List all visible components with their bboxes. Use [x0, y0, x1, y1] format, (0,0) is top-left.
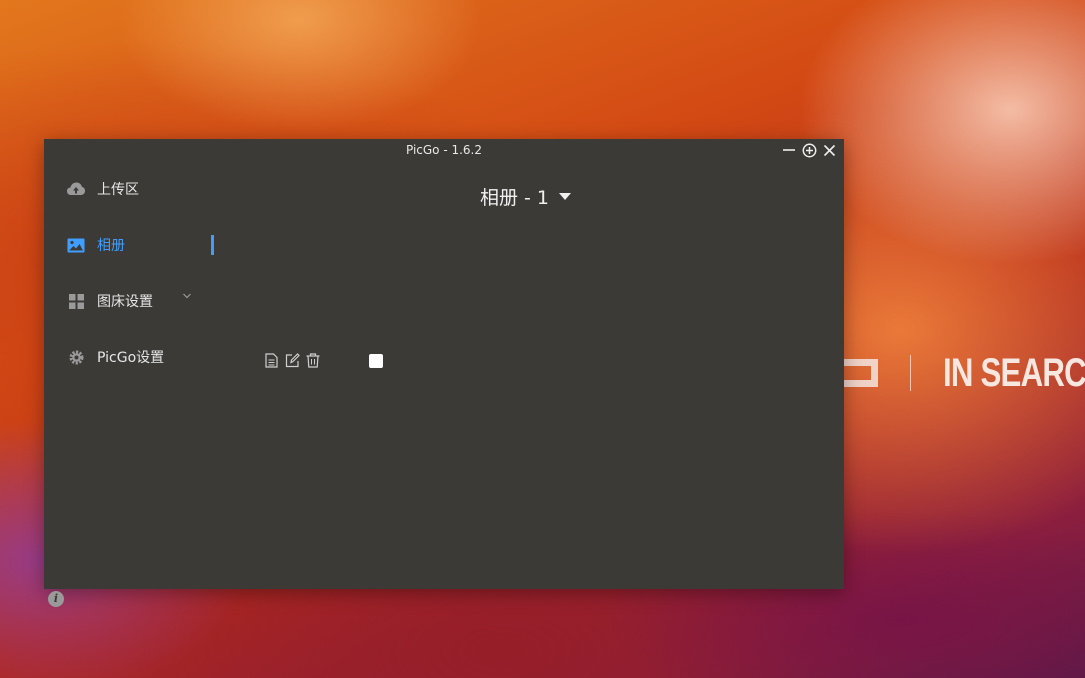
chevron-down-icon[interactable] [182, 291, 192, 301]
gallery-item-checkbox[interactable] [369, 354, 383, 368]
image-icon [66, 235, 86, 255]
circle-plus-icon [802, 143, 816, 157]
sidebar-item-pic-bed-settings[interactable]: 图床设置 [44, 281, 214, 321]
cloud-upload-icon [66, 179, 86, 199]
close-button[interactable] [820, 141, 838, 159]
gallery-main: 相册 - 1 [214, 161, 844, 589]
edit-icon[interactable] [284, 352, 300, 368]
sidebar-item-upload[interactable]: 上传区 [44, 169, 214, 209]
album-title: 相册 - 1 [480, 187, 550, 209]
album-title-dropdown[interactable]: 相册 - 1 [480, 183, 572, 210]
sidebar-item-label: 图床设置 [97, 294, 153, 310]
titlebar[interactable]: PicGo - 1.6.2 [44, 139, 844, 161]
wallpaper-brand: IN SEARCH [840, 348, 1085, 398]
sidebar-item-label: 相册 [97, 238, 125, 254]
trash-icon[interactable] [305, 352, 321, 368]
gear-icon [66, 347, 86, 367]
gallery-item-actions [263, 352, 321, 368]
file-icon[interactable] [263, 352, 279, 368]
maximize-button[interactable] [800, 141, 818, 159]
info-icon[interactable]: i [48, 591, 64, 607]
brand-divider [910, 355, 911, 391]
brand-logo-fragment [840, 359, 878, 387]
sidebar: 上传区 相册 图床设置 PicGo设置 i [44, 161, 214, 607]
window-title: PicGo - 1.6.2 [405, 143, 483, 157]
minimize-button[interactable] [780, 141, 798, 159]
wallpaper-brand-text: IN SEARCH [943, 350, 1085, 395]
caret-down-icon [559, 193, 572, 200]
window-controls [780, 141, 838, 159]
sidebar-item-picgo-settings[interactable]: PicGo设置 [44, 337, 214, 377]
minus-icon [783, 149, 795, 151]
grid-icon [66, 291, 86, 311]
picgo-window: PicGo - 1.6.2 上传区 相册 图床设置 PicGo设置 i 相册 -… [44, 139, 844, 607]
sidebar-item-label: 上传区 [97, 182, 139, 198]
close-icon [823, 144, 835, 156]
sidebar-item-label: PicGo设置 [97, 350, 165, 366]
sidebar-item-gallery[interactable]: 相册 [44, 225, 214, 265]
